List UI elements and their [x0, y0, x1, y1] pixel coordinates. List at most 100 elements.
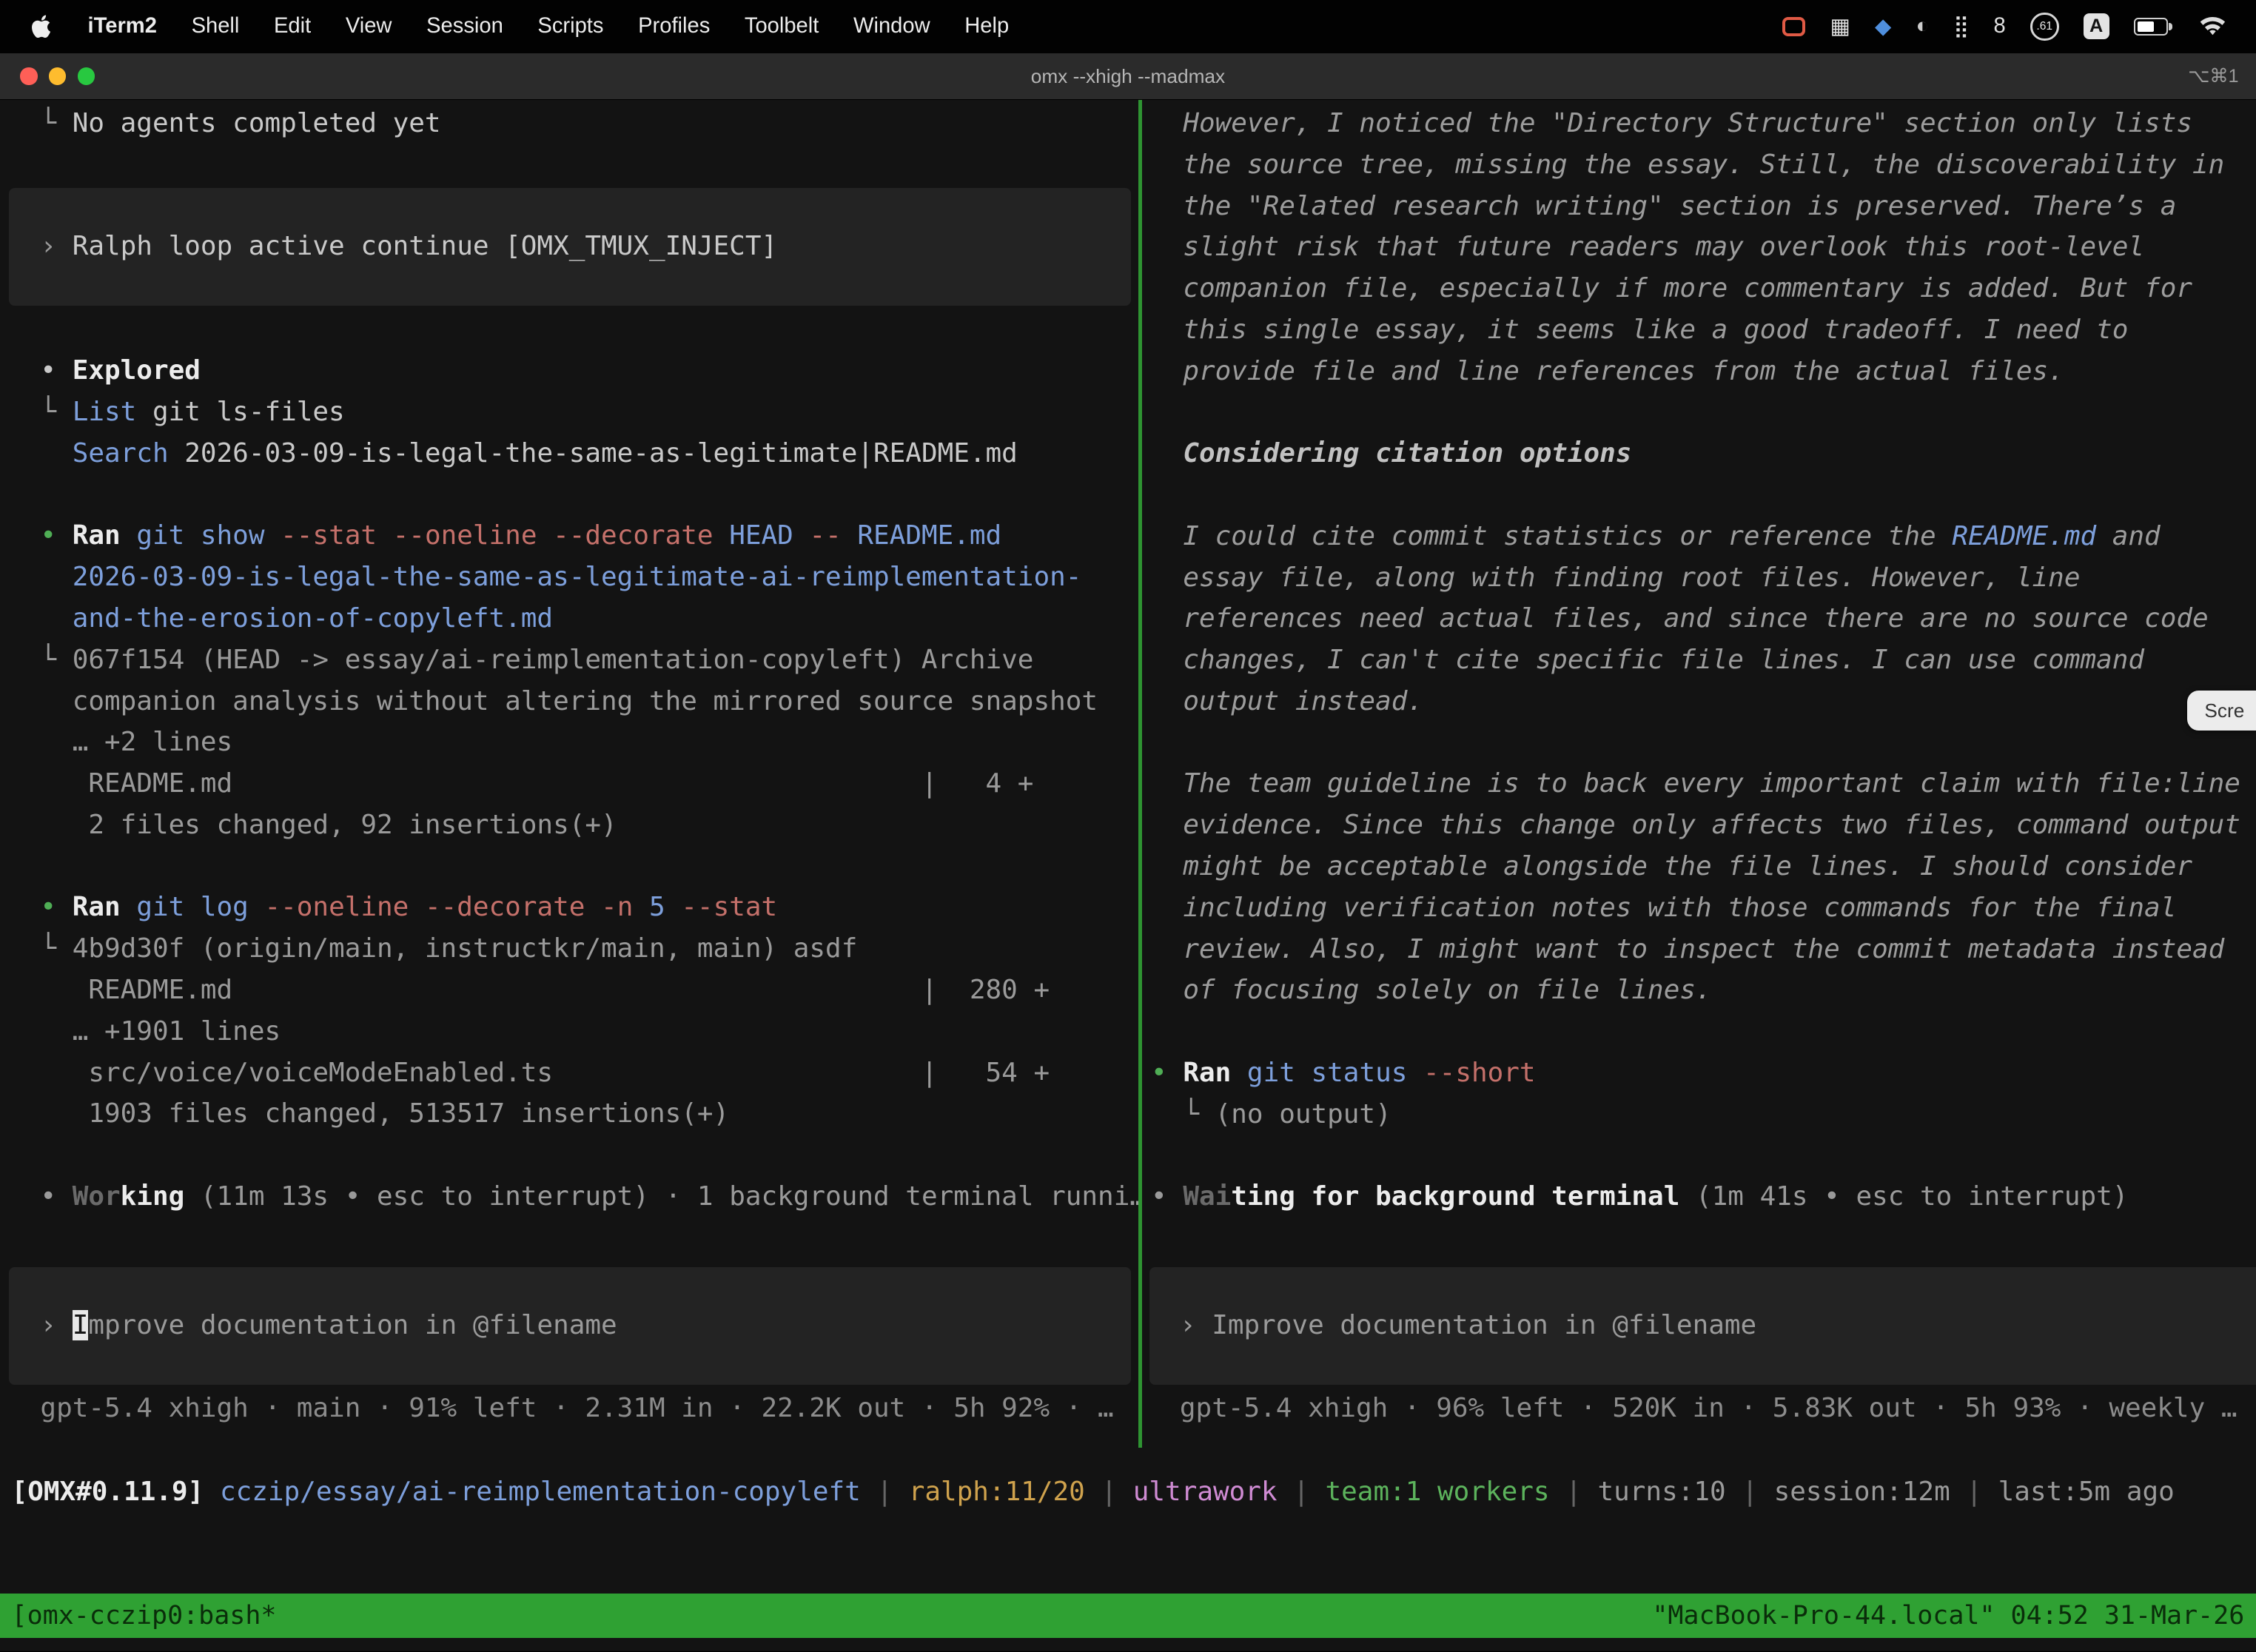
text-segment: README.md [842, 520, 1001, 551]
prompt-input-left[interactable]: › Improve documentation in @filename [9, 1267, 1131, 1385]
terminal-line: companion analysis without altering the … [40, 681, 1138, 722]
app-badge-icon[interactable]: ◐ [1916, 14, 1930, 38]
input-source-icon[interactable]: A [2084, 13, 2109, 39]
terminal-line: … +2 lines [40, 722, 1138, 763]
menu-item-profiles[interactable]: Profiles [621, 14, 728, 38]
text-segment: ralph:11/20 [909, 1477, 1085, 1507]
text-segment: └ [40, 397, 72, 427]
terminal-line: • Working (11m 13s • esc to interrupt) ·… [40, 1176, 1138, 1218]
stats-icon[interactable]: 8 [1994, 14, 2006, 38]
text-segment: … +2 lines [40, 727, 232, 757]
minimize-button[interactable] [49, 67, 66, 84]
menu-item-session[interactable]: Session [409, 14, 520, 38]
terminal-output-left: • Explored└ List git ls-files Search 202… [0, 350, 1138, 1217]
terminal-line: of focusing solely on file lines. [1151, 970, 2256, 1011]
menu-item-help[interactable]: Help [947, 14, 1027, 38]
tmux-status-bar: [omx-cczip0:bash* "MacBook-Pro-44.local"… [0, 1594, 2256, 1638]
text-segment [121, 520, 137, 551]
terminal-line: changes, I can't cite specific file line… [1151, 639, 2256, 681]
terminal-line: the "Related research writing" section i… [1151, 186, 2256, 227]
screen-overlay-tab[interactable]: Scre [2187, 691, 2256, 731]
model-status-left: gpt-5.4 xhigh · main · 91% left · 2.31M … [0, 1388, 1138, 1429]
text-segment: └ 4b9d30f (origin/main, instructkr/main,… [40, 933, 857, 964]
terminal-line [1151, 474, 2256, 516]
text-segment: • [40, 892, 72, 922]
text-segment: [OMX#0.11.9] [12, 1477, 220, 1507]
text-segment: team:1 workers [1326, 1477, 1550, 1507]
menu-item-edit[interactable]: Edit [257, 14, 329, 38]
text-segment: review. Also, I might want to inspect th… [1151, 934, 2224, 964]
terminal-line: output instead. [1151, 681, 2256, 722]
grid-icon[interactable]: ▦ [1830, 13, 1850, 39]
text-segment: Explored [73, 355, 201, 386]
screen-recording-indicator[interactable] [1782, 17, 1805, 36]
text-segment: gpt-5.4 xhigh · main · 91% left · 2.31M … [40, 1393, 1113, 1423]
menu-item-toolbelt[interactable]: Toolbelt [728, 14, 836, 38]
terminal-line: └ 067f154 (HEAD -> essay/ai-reimplementa… [40, 639, 1138, 681]
text-segment: └ 067f154 (HEAD -> essay/ai-reimplementa… [40, 645, 1033, 675]
text-segment: Search [73, 438, 169, 469]
menu-item-view[interactable]: View [329, 14, 409, 38]
text-segment: No agents completed yet [73, 108, 441, 138]
dots-grid-icon[interactable]: ⣿ [1953, 13, 1969, 39]
terminal-line: and-the-erosion-of-copyleft.md [40, 598, 1138, 639]
text-segment: src/voice/voiceModeEnabled.ts | 54 + [40, 1058, 1050, 1088]
text-segment: • [1151, 1181, 1183, 1212]
text-segment: provide file and line references from th… [1151, 356, 2064, 386]
text-segment: README.md | 4 + [40, 768, 1033, 799]
ralph-inject-line: › Ralph loop active continue [OMX_TMUX_I… [40, 226, 777, 267]
text-segment: --oneline --decorate -n [249, 892, 634, 922]
terminal-line: However, I noticed the "Directory Struct… [1151, 103, 2256, 144]
text-segment: 2 files changed, 92 insertions(+) [40, 810, 617, 840]
text-segment: session:12m [1774, 1477, 1950, 1507]
zoom-button[interactable] [78, 67, 95, 84]
terminal-line [1151, 392, 2256, 433]
text-segment: 5 [633, 892, 665, 922]
ralph-inject-box: › Ralph loop active continue [OMX_TMUX_I… [9, 188, 1131, 306]
menu-item-window[interactable]: Window [836, 14, 947, 38]
window-title-bar[interactable]: omx --xhigh --madmax ⌥⌘1 [0, 53, 2256, 100]
apple-menu[interactable] [14, 13, 70, 39]
terminal-line: this single essay, it seems like a good … [1151, 309, 2256, 351]
terminal-line: provide file and line references from th… [1151, 351, 2256, 392]
terminal-line: including verification notes with those … [1151, 887, 2256, 929]
text-segment: git ls-files [136, 397, 344, 427]
terminal-line: … +1901 lines [40, 1011, 1138, 1052]
terminal-line: README.md | 4 + [40, 763, 1138, 805]
text-segment: | [1950, 1477, 1998, 1507]
menu-item-iterm2[interactable]: iTerm2 [70, 14, 174, 38]
text-segment: List [73, 397, 137, 427]
close-button[interactable] [20, 67, 37, 84]
terminal-line: 2 files changed, 92 insertions(+) [40, 805, 1138, 846]
text-segment: Wor [73, 1181, 121, 1212]
text-segment: › [40, 231, 72, 261]
terminal-pane-right[interactable]: However, I noticed the "Directory Struct… [1142, 100, 2256, 1448]
text-segment: └ (no output) [1151, 1099, 1391, 1129]
wifi-icon[interactable] [2198, 16, 2227, 37]
text-segment: | [1278, 1477, 1326, 1507]
gauge-icon[interactable]: .61 [2030, 13, 2059, 41]
text-segment: gpt-5.4 xhigh · 96% left · 520K in · 5.8… [1180, 1393, 2237, 1423]
battery-icon[interactable] [2134, 18, 2169, 35]
menu-status-icons: ▦ ◆ ◐ ⣿ 8 .61 A [1782, 13, 2241, 41]
text-segment: might be acceptable alongside the file l… [1151, 851, 2192, 882]
prompt-input-right[interactable]: › Improve documentation in @filename [1149, 1267, 2256, 1385]
text-segment: references need actual files, and since … [1151, 603, 2209, 634]
traffic-lights [0, 67, 95, 84]
text-segment: | [1550, 1477, 1598, 1507]
raycast-icon[interactable]: ◆ [1875, 13, 1891, 39]
text-segment: README.md [1952, 521, 2096, 551]
menu-item-scripts[interactable]: Scripts [520, 14, 621, 38]
text-segment: --stat --oneline --decorate [264, 520, 713, 551]
terminal-pane-left[interactable]: └ No agents completed yet › Ralph loop a… [0, 100, 1138, 1448]
text-segment: --stat [665, 892, 778, 922]
terminal-line: I could cite commit statistics or refere… [1151, 516, 2256, 557]
text-segment [40, 438, 72, 469]
text-segment: 2026-03-09-is-legal-the-same-as-legitima… [40, 562, 1081, 592]
terminal-line: 1903 files changed, 513517 insertions(+) [40, 1093, 1138, 1135]
text-segment: However, I noticed the "Directory Struct… [1151, 108, 2192, 138]
terminal-line: └ (no output) [1151, 1094, 2256, 1135]
menu-item-shell[interactable]: Shell [174, 14, 256, 38]
text-segment [121, 892, 137, 922]
text-segment: and [2096, 521, 2161, 551]
